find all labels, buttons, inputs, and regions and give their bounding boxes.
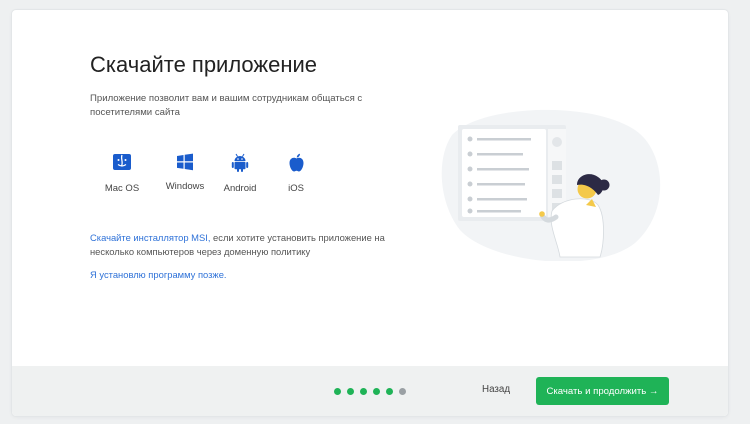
- macos-icon: [113, 154, 131, 170]
- platform-label: Mac OS: [104, 183, 140, 194]
- platform-label: iOS: [288, 183, 304, 194]
- step-dot-current: [386, 388, 393, 395]
- platform-ios[interactable]: iOS: [266, 153, 326, 194]
- apple-icon: [289, 153, 303, 172]
- step-dot-complete: [373, 388, 380, 395]
- platform-macos[interactable]: Mac OS: [92, 153, 152, 194]
- platform-label: Windows: [165, 181, 205, 192]
- step-dot-complete: [360, 388, 367, 395]
- platform-label: Android: [223, 183, 257, 194]
- step-dot-complete: [334, 388, 341, 395]
- chat-app-illustration: [441, 109, 661, 261]
- windows-icon: [177, 153, 193, 171]
- page-description: Приложение позволит вам и вашим сотрудни…: [90, 93, 363, 118]
- step-dot-complete: [347, 388, 354, 395]
- msi-download-link[interactable]: Скачайте инсталлятор MSI,: [90, 232, 210, 243]
- footer-bar: Назад Скачать и продолжить →: [12, 366, 728, 416]
- download-continue-button[interactable]: Скачать и продолжить →: [536, 377, 669, 405]
- platform-windows[interactable]: Windows: [155, 153, 215, 192]
- platform-android[interactable]: Android: [210, 153, 270, 194]
- onboarding-card: Скачайте приложение Приложение позволит …: [12, 10, 728, 416]
- android-icon: [231, 153, 249, 172]
- back-button[interactable]: Назад: [482, 384, 510, 395]
- step-dot-upcoming: [399, 388, 406, 395]
- page-title: Скачайте приложение: [90, 52, 318, 77]
- install-later-link[interactable]: Я установлю программу позже.: [90, 269, 227, 280]
- msi-info: Скачайте инсталлятор MSI, если хотите ус…: [90, 231, 390, 259]
